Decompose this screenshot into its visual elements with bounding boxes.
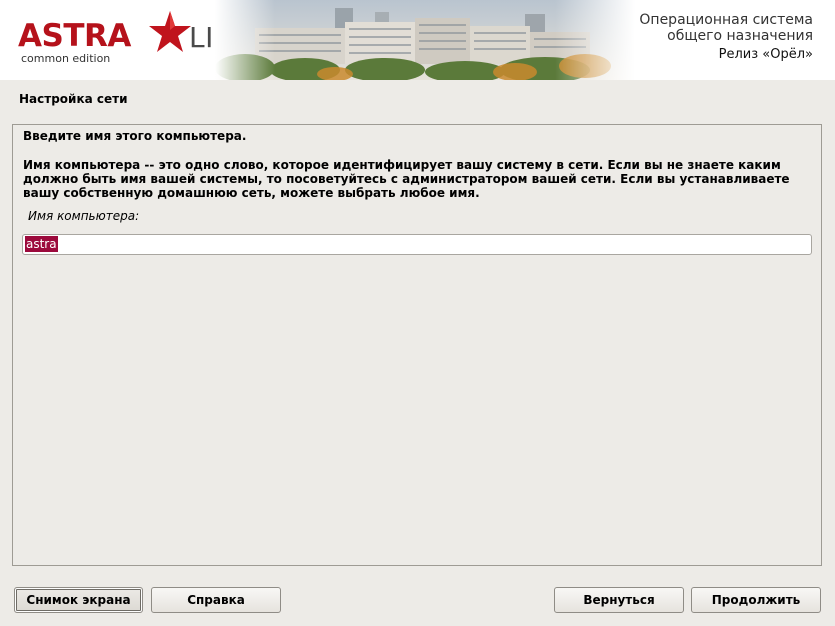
hostname-label: Имя компьютера: xyxy=(28,209,140,223)
logo-astra-text: ASTRA xyxy=(18,18,131,54)
section-title: Настройка сети xyxy=(19,92,128,106)
prompt-title: Введите имя этого компьютера. xyxy=(23,129,247,143)
prompt-description: Имя компьютера -- это одно слово, которо… xyxy=(23,158,790,200)
logo-edition-text: common edition xyxy=(21,52,111,65)
back-button[interactable]: Вернуться xyxy=(554,587,684,613)
red-star-icon xyxy=(149,11,191,52)
help-button[interactable]: Справка xyxy=(151,587,281,613)
screenshot-button[interactable]: Снимок экрана xyxy=(14,587,143,613)
os-name-line1: Операционная система xyxy=(639,12,813,28)
hostname-input[interactable]: astra xyxy=(22,234,812,255)
city-panorama-image xyxy=(215,0,635,80)
header-banner: ASTRA LINUX common edition xyxy=(0,0,835,80)
dialog-panel: Введите имя этого компьютера. Имя компью… xyxy=(12,124,822,566)
hostname-value-selected[interactable]: astra xyxy=(25,236,58,252)
os-release: Релиз «Орёл» xyxy=(718,47,813,62)
continue-button[interactable]: Продолжить xyxy=(691,587,821,613)
os-info: Операционная система общего назначения Р… xyxy=(639,12,813,63)
os-name-line2: общего назначения xyxy=(667,28,813,44)
